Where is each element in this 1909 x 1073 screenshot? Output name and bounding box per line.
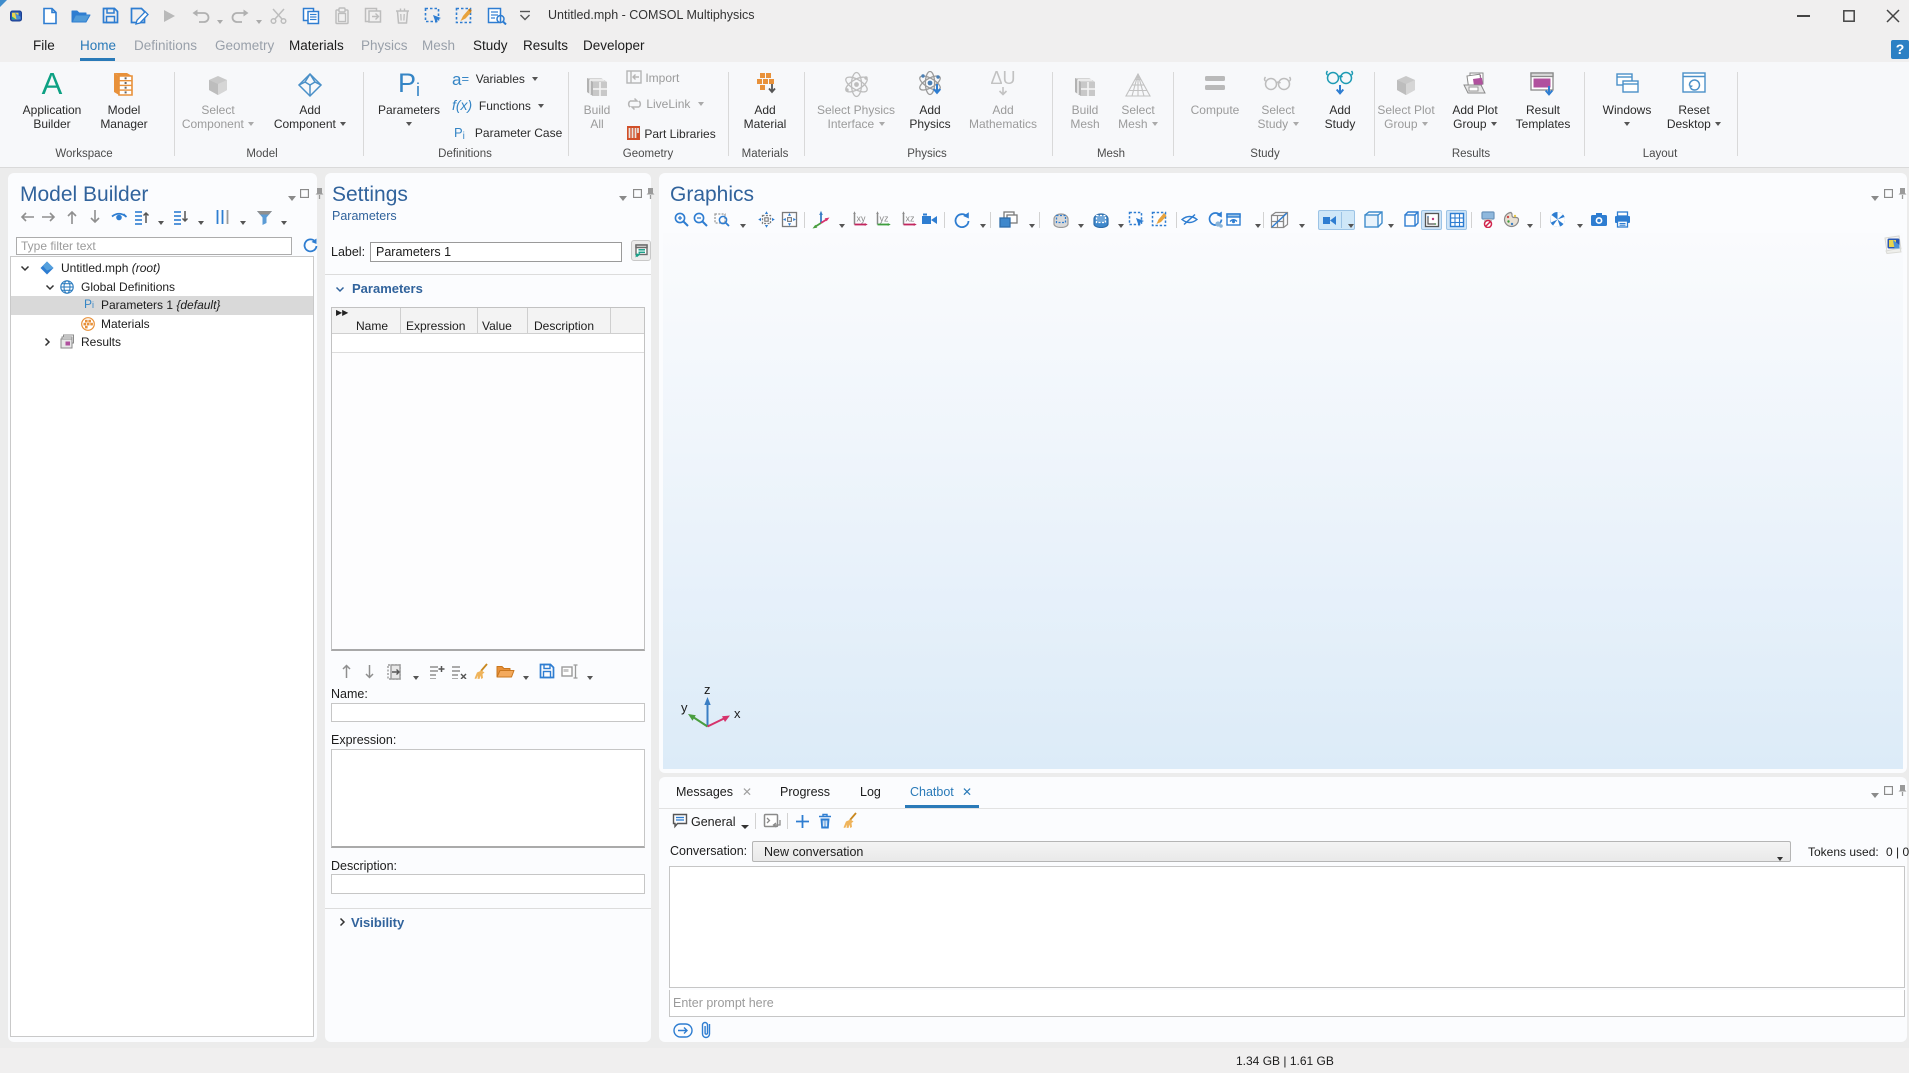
svg-text:yz: yz [880,214,890,224]
svg-text:x: x [734,706,741,721]
svg-text:z: z [704,682,711,697]
svg-text:y: y [681,700,688,715]
svg-text:xz: xz [906,214,916,224]
svg-text:xy: xy [857,214,867,224]
